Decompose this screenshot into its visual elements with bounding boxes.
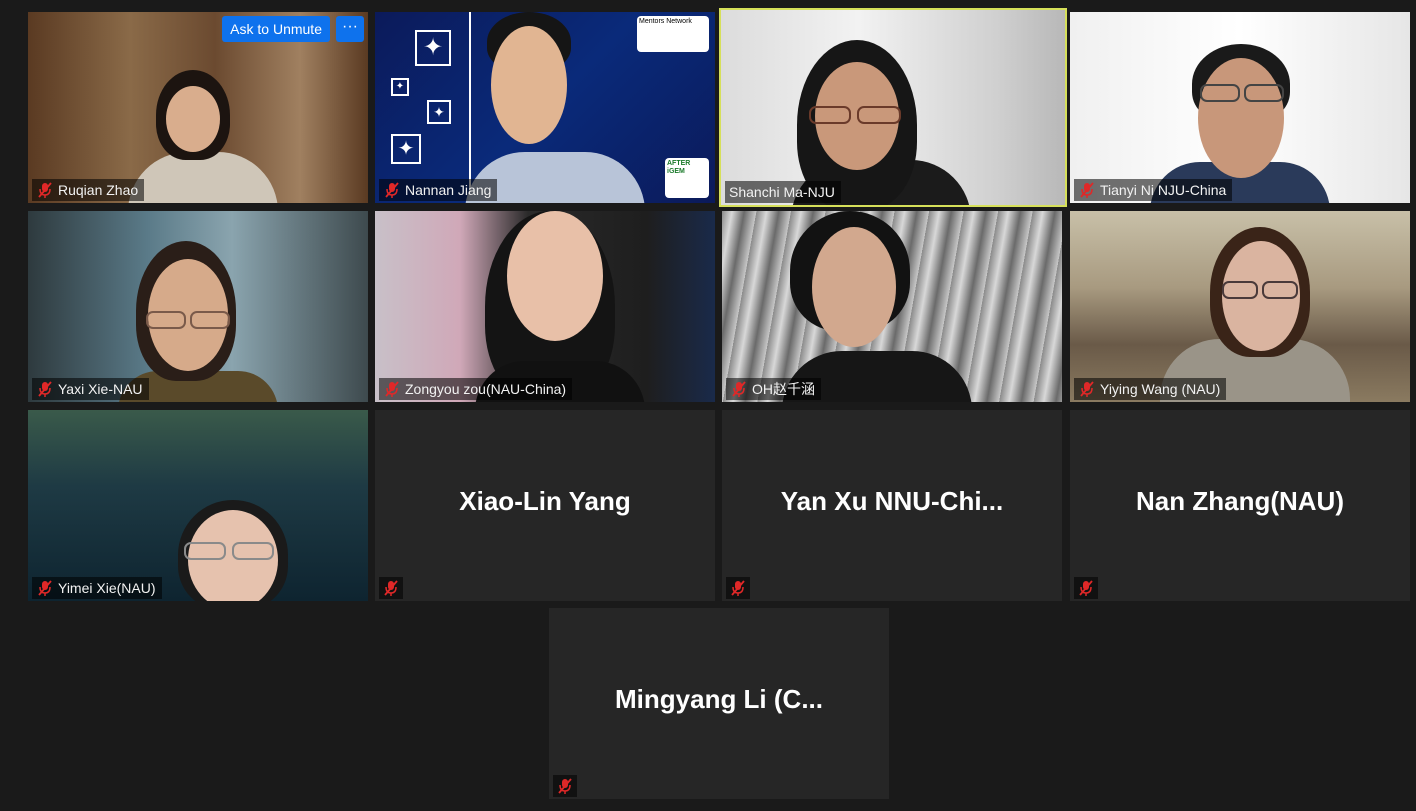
mic-off-icon (383, 380, 401, 398)
participant-name: Shanchi Ma-NJU (729, 184, 835, 200)
participant-name: OH赵千涵 (752, 381, 815, 397)
video-feed (1070, 211, 1410, 402)
mic-off-icon (1078, 380, 1096, 398)
video-tile-tianyi-ni[interactable]: Tianyi Ni NJU-China (1070, 12, 1410, 203)
mic-off-icon (1078, 181, 1096, 199)
participant-name: Yimei Xie(NAU) (58, 580, 156, 596)
video-tile-zongyou-zou[interactable]: Zongyou zou(NAU-China) (375, 211, 715, 402)
video-feed (1070, 12, 1410, 203)
video-feed (722, 211, 1062, 402)
video-tile-oh[interactable]: OH赵千涵 (722, 211, 1062, 402)
participant-name: Yaxi Xie-NAU (58, 381, 143, 397)
video-tile-xiao-lin-yang[interactable]: Xiao-Lin Yang (375, 410, 715, 601)
participant-name-tag: Yimei Xie(NAU) (32, 577, 162, 599)
mic-off-icon (553, 775, 577, 797)
participant-name: Nannan Jiang (405, 182, 492, 198)
participant-name-tag: Shanchi Ma-NJU (725, 181, 841, 203)
video-feed: ✦ ✦ ✦ ✦ Mentors Network AFTER iGEM (375, 12, 715, 203)
mic-off-icon (726, 577, 750, 599)
mic-off-icon (36, 181, 54, 199)
mentors-network-logo: Mentors Network (639, 18, 692, 25)
mic-off-icon (383, 181, 401, 199)
participant-display-name: Mingyang Li (C... (615, 684, 823, 714)
participant-name-tag: Zongyou zou(NAU-China) (379, 378, 573, 400)
participant-display-name: Yan Xu NNU-Chi... (780, 486, 1004, 516)
participant-display-name: Xiao-Lin Yang (459, 486, 631, 516)
participant-name-tag: Nannan Jiang (379, 179, 498, 201)
video-tile-nannan-jiang[interactable]: ✦ ✦ ✦ ✦ Mentors Network AFTER iGEM Nanna… (375, 12, 715, 203)
video-tile-yan-xu[interactable]: Yan Xu NNU-Chi... (722, 410, 1062, 601)
more-options-button[interactable]: ··· (336, 16, 364, 42)
video-feed (28, 211, 368, 402)
video-tile-shanchi-ma[interactable]: Shanchi Ma-NJU (719, 8, 1067, 207)
video-feed (28, 410, 368, 601)
participant-name-tag: Yiying Wang (NAU) (1074, 378, 1227, 400)
video-tile-yimei-xie[interactable]: Yimei Xie(NAU) (28, 410, 368, 601)
participant-name-tag: Yaxi Xie-NAU (32, 378, 149, 400)
participant-display-name: Nan Zhang(NAU) (1136, 486, 1344, 516)
video-tile-yiying-wang[interactable]: Yiying Wang (NAU) (1070, 211, 1410, 402)
video-tile-nan-zhang[interactable]: Nan Zhang(NAU) (1070, 410, 1410, 601)
video-tile-mingyang-li[interactable]: Mingyang Li (C... (549, 608, 889, 799)
participant-name-tag: Tianyi Ni NJU-China (1074, 179, 1233, 201)
video-tile-yaxi-xie[interactable]: Yaxi Xie-NAU (28, 211, 368, 402)
mic-off-icon (1074, 577, 1098, 599)
mic-off-icon (730, 380, 748, 398)
mic-off-icon (36, 380, 54, 398)
participant-name-tag: OH赵千涵 (726, 378, 821, 400)
video-feed (721, 10, 1065, 205)
participant-name: Yiying Wang (NAU) (1100, 381, 1221, 397)
mic-off-icon (36, 579, 54, 597)
participant-name: Tianyi Ni NJU-China (1100, 182, 1227, 198)
participant-name: Ruqian Zhao (58, 182, 139, 198)
participant-name: Zongyou zou(NAU-China) (405, 381, 567, 397)
mic-off-icon (379, 577, 403, 599)
video-feed (375, 211, 715, 402)
participant-name-tag: Ruqian Zhao (32, 179, 145, 201)
after-igem-logo: AFTER iGEM (667, 160, 691, 175)
video-tile-ruqian-zhao[interactable]: Ask to Unmute ··· Ruqian Zhao (28, 12, 368, 203)
ask-to-unmute-button[interactable]: Ask to Unmute (222, 16, 330, 42)
